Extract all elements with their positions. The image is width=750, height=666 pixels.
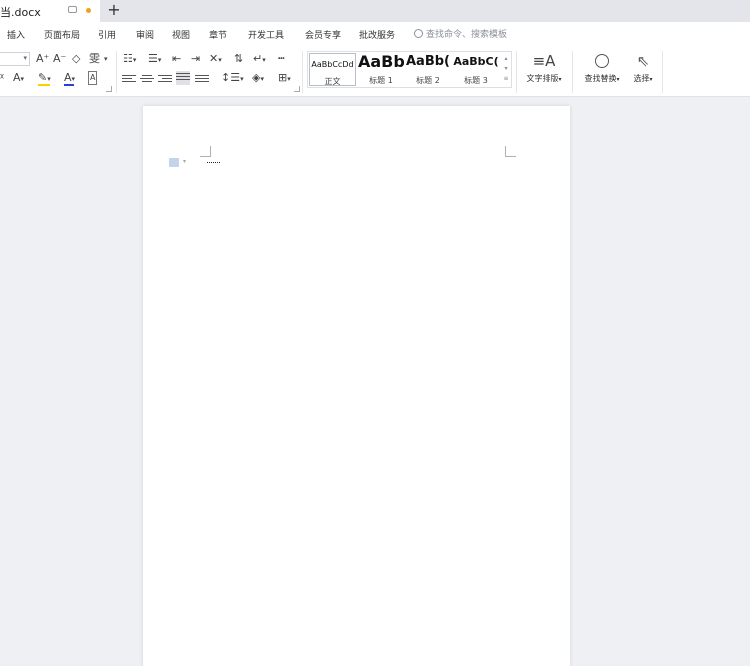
style-label: 标题 1 bbox=[369, 76, 393, 85]
divider bbox=[662, 51, 663, 93]
style-heading-2[interactable]: AaBb( 标题 2 bbox=[405, 53, 451, 86]
chinese-layout-icon[interactable]: ✕▾ bbox=[209, 53, 222, 66]
menu-review[interactable]: 审阅 bbox=[136, 28, 154, 41]
font-grow-icon[interactable]: A⁺ bbox=[36, 53, 49, 65]
menu-member[interactable]: 会员专享 bbox=[305, 28, 341, 41]
menu-view[interactable]: 视图 bbox=[172, 28, 190, 41]
cloud-sync-icon[interactable] bbox=[68, 6, 77, 13]
text-layout-button[interactable]: ≡A 文字排版▾ bbox=[522, 52, 566, 84]
ribbon-toolbar: ▾ A⁺ A⁻ ◇ 雯 ▾ ᵡ A▾ ✎▾ A▾ A ☷▾ ☰▾ ⇤ ⇥ ✕▾ … bbox=[0, 48, 750, 97]
indent-icon[interactable]: ⇥ bbox=[191, 53, 200, 65]
text-effect-icon[interactable]: A▾ bbox=[13, 72, 24, 85]
expand-icon[interactable]: ≡ bbox=[502, 74, 510, 84]
font-size-select[interactable]: ▾ bbox=[0, 52, 30, 66]
borders-icon[interactable]: ⊞▾ bbox=[278, 72, 291, 85]
bullet-list-icon[interactable]: ☷▾ bbox=[123, 53, 136, 66]
chevron-up-icon[interactable]: ▴ bbox=[502, 54, 510, 64]
chevron-down-icon[interactable]: ▾ bbox=[183, 158, 186, 165]
phonetic-guide-icon[interactable]: 雯 bbox=[89, 53, 100, 65]
shading-icon[interactable]: ◈▾ bbox=[252, 72, 264, 85]
styles-gallery: AaBbCcDd 正文 AaBb 标题 1 AaBb( 标题 2 AaBbC( … bbox=[307, 51, 512, 88]
text-layout-icon: ≡A bbox=[532, 52, 556, 70]
menu-references[interactable]: 引用 bbox=[98, 28, 116, 41]
distributed-icon[interactable] bbox=[195, 73, 209, 84]
chevron-down-icon[interactable]: ▾ bbox=[104, 53, 108, 65]
line-spacing-icon[interactable]: ↕☰▾ bbox=[221, 72, 244, 85]
strikethrough-icon[interactable]: ᵡ bbox=[0, 72, 4, 84]
character-border-icon[interactable]: A bbox=[88, 71, 98, 85]
tab-strip: 当.docx + bbox=[0, 0, 750, 22]
divider bbox=[516, 51, 517, 93]
style-sample: AaBbCcDd bbox=[311, 60, 354, 69]
highlight-color-bar bbox=[38, 84, 50, 86]
divider bbox=[572, 51, 573, 93]
menu-page-layout[interactable]: 页面布局 bbox=[44, 28, 80, 41]
command-search-placeholder: 查找命令、搜索模板 bbox=[426, 30, 508, 40]
font-color-bar bbox=[64, 84, 74, 86]
outdent-icon[interactable]: ⇤ bbox=[172, 53, 181, 65]
find-replace-button[interactable]: 查找替换▾ bbox=[579, 52, 625, 84]
command-search[interactable]: 查找命令、搜索模板 bbox=[414, 27, 507, 40]
menu-bar: 插入 页面布局 引用 审阅 视图 章节 开发工具 会员专享 批改服务 查找命令、… bbox=[0, 22, 750, 48]
cursor-arrow-icon: ⇖ bbox=[636, 52, 650, 70]
menu-developer-tools[interactable]: 开发工具 bbox=[248, 28, 284, 41]
document-tab-title: 当.docx bbox=[0, 6, 41, 19]
font-dialog-launcher[interactable] bbox=[106, 86, 112, 92]
text-layout-label: 文字排版 bbox=[526, 74, 559, 83]
find-replace-label: 查找替换 bbox=[584, 74, 617, 83]
gallery-scroll[interactable]: ▴ ▾ ≡ bbox=[502, 54, 510, 84]
clear-format-icon[interactable]: ◇ bbox=[72, 53, 80, 65]
chevron-down-icon[interactable]: ▾ bbox=[502, 64, 510, 74]
numbered-list-icon[interactable]: ☰▾ bbox=[148, 53, 161, 66]
style-sample: AaBb bbox=[358, 52, 405, 71]
unsaved-indicator-icon bbox=[86, 8, 91, 13]
style-sample: AaBbC( bbox=[453, 55, 499, 68]
align-left-icon[interactable] bbox=[122, 73, 136, 84]
style-label: 正文 bbox=[324, 77, 341, 86]
tab-stops-icon[interactable]: ┅ bbox=[278, 53, 285, 65]
margin-corner-mark bbox=[505, 146, 516, 157]
search-icon bbox=[414, 29, 423, 38]
select-label: 选择 bbox=[633, 74, 650, 83]
divider bbox=[302, 51, 303, 93]
style-sample: AaBb( bbox=[406, 54, 450, 69]
justify-icon[interactable] bbox=[176, 71, 190, 85]
style-normal[interactable]: AaBbCcDd 正文 bbox=[309, 53, 356, 86]
font-shrink-icon[interactable]: A⁻ bbox=[53, 53, 66, 65]
document-tab[interactable]: 当.docx bbox=[0, 0, 100, 22]
new-tab-button[interactable]: + bbox=[106, 1, 122, 19]
align-right-icon[interactable] bbox=[158, 73, 172, 84]
menu-chapter[interactable]: 章节 bbox=[209, 28, 227, 41]
show-marks-icon[interactable]: ↵▾ bbox=[253, 53, 266, 66]
menu-correction-service[interactable]: 批改服务 bbox=[359, 28, 395, 41]
style-label: 标题 2 bbox=[416, 76, 440, 85]
document-page[interactable]: ▾ bbox=[143, 106, 570, 666]
search-icon bbox=[595, 54, 609, 68]
menu-insert[interactable]: 插入 bbox=[7, 28, 25, 41]
paragraph-dialog-launcher[interactable] bbox=[294, 86, 300, 92]
divider bbox=[116, 51, 117, 93]
style-heading-3[interactable]: AaBbC( 标题 3 bbox=[452, 53, 500, 86]
select-button[interactable]: ⇖ 选择▾ bbox=[629, 52, 657, 84]
sort-icon[interactable]: ⇅ bbox=[234, 53, 243, 65]
style-label: 标题 3 bbox=[464, 76, 488, 85]
paragraph-layout-icon[interactable] bbox=[169, 158, 179, 167]
chevron-down-icon: ▾ bbox=[23, 54, 27, 62]
text-cursor-line[interactable] bbox=[207, 162, 220, 163]
style-heading-1[interactable]: AaBb 标题 1 bbox=[358, 52, 405, 86]
margin-corner-mark bbox=[200, 146, 211, 157]
align-center-icon[interactable] bbox=[140, 73, 154, 84]
